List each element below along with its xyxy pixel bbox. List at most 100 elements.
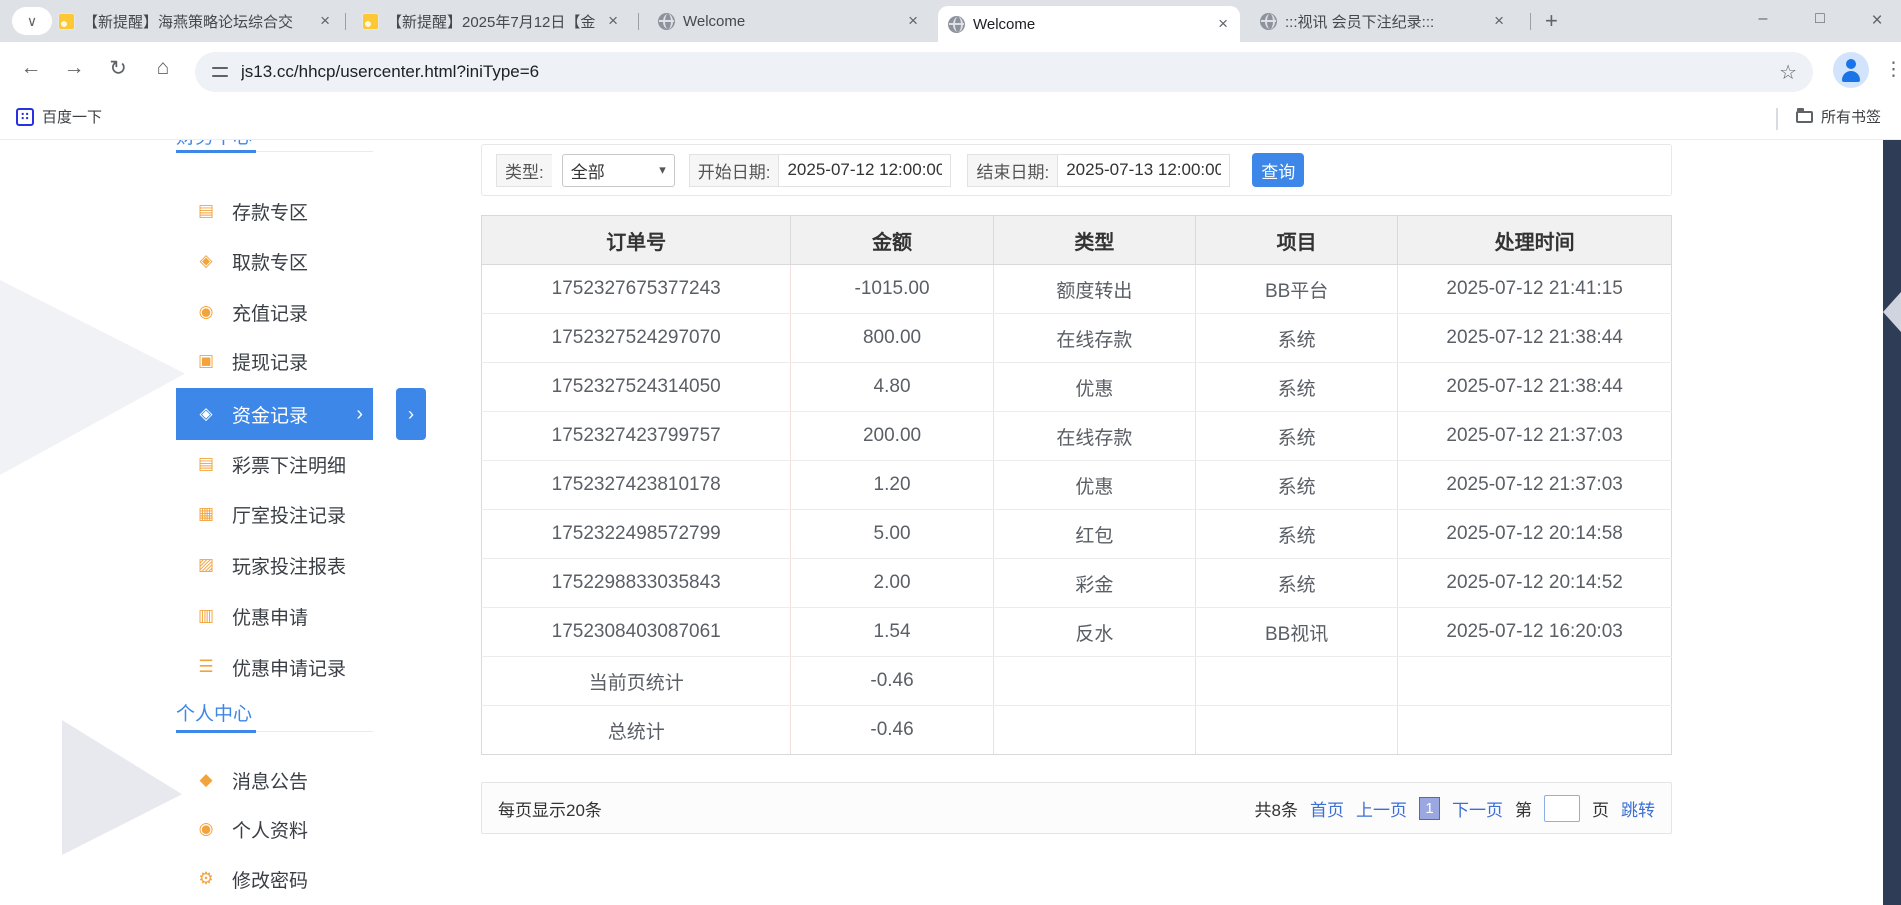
tab-welcome-active[interactable]: Welcome × [938,6,1240,42]
start-date-input[interactable] [779,154,951,187]
sidebar-item-funds-record[interactable]: ◈ 资金记录 › [176,388,373,440]
site-settings-icon[interactable] [211,63,229,81]
pagination-bar: 每页显示20条 共8条 首页 上一页 1 下一页 第 页 跳转 [481,782,1672,834]
promo-apply-icon: ▥ [196,606,216,626]
first-page-link[interactable]: 首页 [1310,796,1344,821]
close-icon[interactable]: × [1216,14,1230,34]
close-icon[interactable]: × [1492,11,1506,31]
summary-label: 总统计 [482,706,791,755]
url-text[interactable]: js13.cc/hhcp/usercenter.html?iniType=6 [241,62,1767,82]
new-tab-button[interactable]: + [1545,8,1558,34]
home-icon[interactable]: ⌂ [148,56,178,80]
amount-cell: 200.00 [791,412,993,461]
item-cell: 系统 [1195,559,1397,608]
type-select[interactable]: 全部 ▾ [562,154,675,187]
sidebar-item-promo-record[interactable]: ☰ 优惠申请记录 [176,642,373,692]
filter-bar: 类型: 全部 ▾ 开始日期: 结束日期: 查询 [481,144,1672,196]
chevron-right-icon: › [408,404,414,425]
order-cell: 1752327423799757 [482,412,791,461]
item-cell: 系统 [1195,314,1397,363]
search-button[interactable]: 查询 [1252,153,1304,187]
sidebar-item-withdraw[interactable]: ◈ 取款专区 [176,236,373,286]
tab-forum-2[interactable]: 【新提醒】2025年7月12日【金 × [352,0,630,42]
sidebar-collapse-toggle[interactable]: › [396,388,426,440]
table-row: 1752327423810178 1.20 优惠 系统 2025-07-12 2… [482,461,1672,510]
tab-betting-records[interactable]: :::视讯 会员下注纪录::: × [1250,0,1516,42]
sidebar-item-profile[interactable]: ◉ 个人资料 [176,804,373,854]
sidebar-item-recharge-record[interactable]: ◉ 充值记录 [176,287,373,337]
forward-icon[interactable]: → [59,56,89,80]
summary-row: 总统计 -0.46 [482,706,1672,755]
prev-page-link[interactable]: 上一页 [1356,796,1407,821]
time-cell: 2025-07-12 16:20:03 [1398,608,1672,657]
sidebar-item-label: 优惠申请记录 [232,654,346,681]
tab-title: 【新提醒】2025年7月12日【金 [387,11,598,32]
bookmark-star-icon[interactable]: ☆ [1779,60,1797,85]
tab-divider [638,13,639,30]
browser-menu-icon[interactable]: ⋮ [1884,58,1901,81]
sidebar-item-label: 提现记录 [232,348,308,375]
sidebar-item-deposit[interactable]: ▤ 存款专区 [176,186,373,236]
window-close-button[interactable]: × [1862,10,1892,32]
sidebar-item-messages[interactable]: ◆ 消息公告 [176,755,373,805]
time-cell: 2025-07-12 21:38:44 [1398,314,1672,363]
jump-link[interactable]: 跳转 [1621,796,1655,821]
next-page-link[interactable]: 下一页 [1452,796,1503,821]
end-date-input[interactable] [1058,154,1230,187]
baidu-favicon: ∷ [16,108,34,126]
sidebar-item-promo-apply[interactable]: ▥ 优惠申请 [176,591,373,641]
item-cell: BB平台 [1195,265,1397,314]
sidebar-item-label: 充值记录 [232,299,308,326]
bookmarks-bar: ∷ 百度一下 所有书签 [0,98,1901,140]
globe-favicon [658,13,675,30]
reload-icon[interactable]: ↻ [103,56,133,81]
empty-cell [993,657,1195,706]
order-cell: 1752322498572799 [482,510,791,559]
chevron-down-icon: ▾ [659,162,666,178]
close-icon[interactable]: × [606,11,620,31]
address-bar[interactable]: js13.cc/hhcp/usercenter.html?iniType=6 ☆ [195,52,1813,92]
withdrawal-record-icon: ▣ [196,351,216,371]
sidebar-item-hall-bet-record[interactable]: ▦ 厅室投注记录 [176,489,373,539]
sidebar-item-label: 存款专区 [232,198,308,225]
page-suffix-text: 页 [1592,796,1609,821]
sidebar-item-player-bet-report[interactable]: ▨ 玩家投注报表 [176,540,373,590]
time-cell: 2025-07-12 20:14:52 [1398,559,1672,608]
type-label: 类型: [496,154,552,187]
table-row: 1752327675377243 -1015.00 额度转出 BB平台 2025… [482,265,1672,314]
sidebar-item-label: 个人资料 [232,816,308,843]
time-cell: 2025-07-12 21:37:03 [1398,461,1672,510]
section-heading: 财务中心 [176,140,252,148]
bookmarks-divider [1776,108,1778,130]
sidebar-item-lottery-detail[interactable]: ▤ 彩票下注明细 [176,439,373,489]
bookmark-baidu[interactable]: ∷ 百度一下 [16,106,102,127]
order-cell: 1752327524314050 [482,363,791,412]
empty-cell [1398,657,1672,706]
tab-search-button[interactable]: ∨ [12,7,52,35]
order-cell: 1752298833035843 [482,559,791,608]
sidebar-item-change-password[interactable]: ⚙ 修改密码 [176,854,373,904]
all-bookmarks-button[interactable]: 所有书签 [1796,106,1881,127]
order-cell: 1752327423810178 [482,461,791,510]
profile-avatar[interactable] [1833,52,1869,88]
item-cell: 系统 [1195,510,1397,559]
column-header: 类型 [993,216,1195,265]
amount-cell: 1.54 [791,608,993,657]
tab-strip: ∨ 【新提醒】海燕策略论坛综合交 × 【新提醒】2025年7月12日【金 × W… [0,0,1901,42]
order-cell: 1752327675377243 [482,265,791,314]
tab-forum-1[interactable]: 【新提醒】海燕策略论坛综合交 × [48,0,342,42]
sidebar-section-personal: 个人中心 [176,698,373,732]
section-heading: 个人中心 [176,704,252,725]
summary-amount: -0.46 [791,706,993,755]
sidebar-item-withdrawal-record[interactable]: ▣ 提现记录 [176,336,373,386]
close-icon[interactable]: × [318,11,332,31]
back-icon[interactable]: ← [16,56,46,80]
profile-icon: ◉ [196,819,216,839]
tab-welcome-1[interactable]: Welcome × [648,0,930,42]
type-cell: 红包 [993,510,1195,559]
maximize-button[interactable]: □ [1805,10,1835,28]
page-jump-input[interactable] [1544,795,1580,822]
close-icon[interactable]: × [906,11,920,31]
forum-favicon [362,13,379,30]
minimize-button[interactable]: – [1748,10,1778,28]
